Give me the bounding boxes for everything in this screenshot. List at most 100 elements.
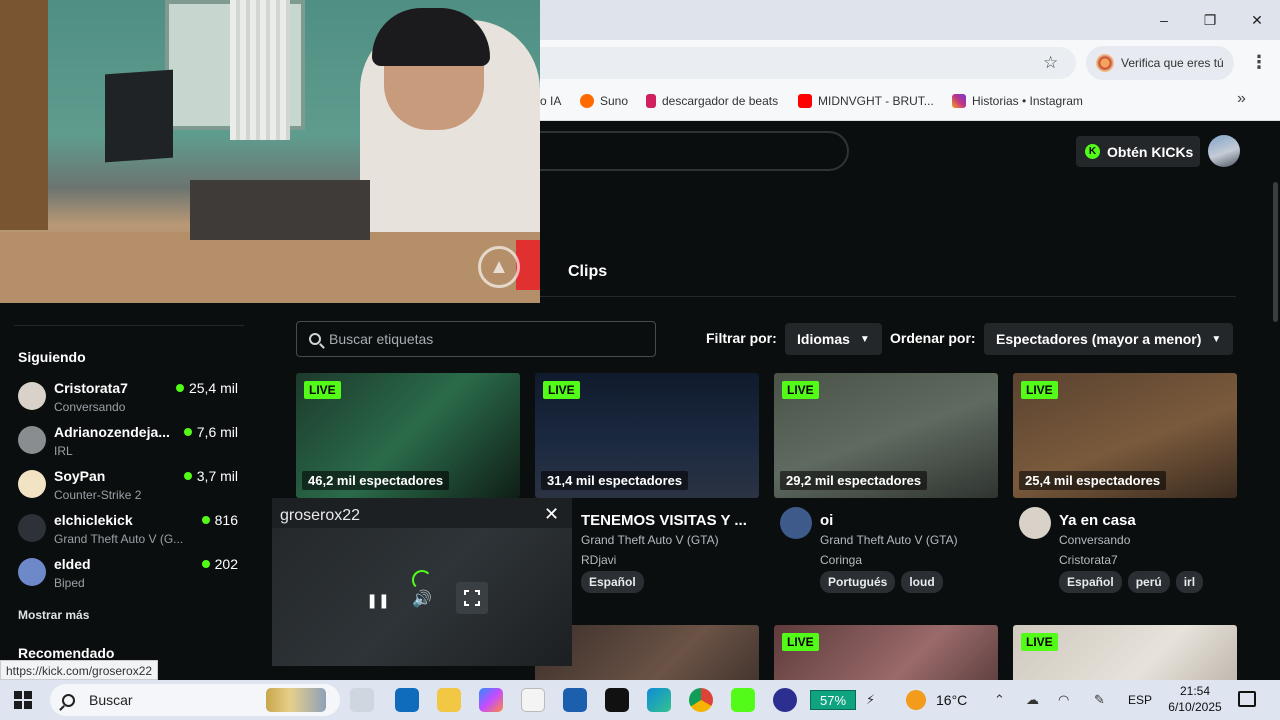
- notification-icon[interactable]: [1238, 691, 1256, 707]
- live-dot-icon: [175, 384, 184, 392]
- stream-category[interactable]: Conversando: [1059, 533, 1130, 547]
- windows-start-icon[interactable]: [14, 691, 32, 709]
- obs-icon[interactable]: [773, 688, 797, 712]
- copilot-icon[interactable]: [479, 688, 503, 712]
- tag-chip[interactable]: Español: [581, 571, 644, 593]
- bookmark-item[interactable]: Historias • Instagram: [952, 92, 1083, 110]
- language-indicator[interactable]: ESP: [1128, 693, 1152, 707]
- clock[interactable]: 21:54 6/10/2025: [1162, 683, 1228, 715]
- streamer-name[interactable]: Coringa: [820, 553, 862, 567]
- bookmark-item[interactable]: Suno: [580, 92, 628, 110]
- chevron-up-icon[interactable]: ⌃: [994, 692, 1005, 708]
- get-kicks-button[interactable]: K Obtén KICKs: [1076, 136, 1200, 167]
- channel-name: SoyPan: [54, 468, 106, 484]
- stream-thumbnail[interactable]: LIVE 29,2 mil espectadores: [774, 373, 998, 498]
- bookmark-star-icon[interactable]: ☆: [1043, 53, 1058, 73]
- kick-app-icon[interactable]: [731, 688, 755, 712]
- webcam-laptop: [190, 180, 370, 240]
- site-search-input[interactable]: [540, 131, 849, 171]
- following-channel[interactable]: SoyPan Counter-Strike 2 3,7 mil: [18, 468, 240, 510]
- stream-title[interactable]: oi: [820, 512, 833, 529]
- avatar[interactable]: [1019, 507, 1051, 539]
- stream-card[interactable]: LIVE: [774, 625, 998, 680]
- file-explorer-icon[interactable]: [437, 688, 461, 712]
- pause-icon[interactable]: ❚❚: [364, 586, 392, 614]
- cloud-icon[interactable]: ☁: [1026, 692, 1039, 708]
- stream-category[interactable]: Grand Theft Auto V (GTA): [581, 533, 719, 547]
- bookmark-item[interactable]: o IA: [540, 92, 561, 110]
- avatar[interactable]: [780, 507, 812, 539]
- stream-card[interactable]: LIVE: [1013, 625, 1237, 680]
- stream-title[interactable]: TENEMOS VISITAS Y ...: [581, 512, 747, 529]
- streamer-name[interactable]: RDjavi: [581, 553, 616, 567]
- volume-icon[interactable]: 🔊: [408, 586, 436, 614]
- following-title: Siguiendo: [18, 349, 86, 365]
- tag-chip[interactable]: irl: [1175, 571, 1204, 593]
- mini-player[interactable]: groserox22 ✕ ❚❚ 🔊: [272, 498, 572, 666]
- stream-thumbnail[interactable]: LIVE: [774, 625, 998, 680]
- verify-profile-button[interactable]: Verifica que eres tú: [1086, 46, 1234, 80]
- channel-category: Conversando: [54, 400, 126, 414]
- close-icon[interactable]: ✕: [544, 504, 559, 525]
- tag-search-input[interactable]: Buscar etiquetas: [296, 321, 656, 357]
- live-badge: LIVE: [782, 381, 819, 399]
- page-scrollbar[interactable]: [1273, 182, 1278, 322]
- avatar: [18, 470, 46, 498]
- itunes-icon[interactable]: [521, 688, 545, 712]
- search-highlight-icon[interactable]: [266, 688, 326, 712]
- more-bookmarks-icon[interactable]: »: [1237, 90, 1246, 108]
- bookmark-item[interactable]: descargador de beats: [646, 92, 778, 110]
- stream-thumbnail[interactable]: LIVE 31,4 mil espectadores: [535, 373, 759, 498]
- microsoft-store-icon[interactable]: [563, 688, 587, 712]
- temperature[interactable]: 16°C: [936, 692, 967, 708]
- tag-chip[interactable]: loud: [901, 571, 943, 593]
- stream-thumbnail[interactable]: LIVE 46,2 mil espectadores: [296, 373, 520, 498]
- show-more-link[interactable]: Mostrar más: [18, 608, 89, 622]
- edge-icon[interactable]: [647, 688, 671, 712]
- stream-thumbnail[interactable]: LIVE: [1013, 625, 1237, 680]
- sort-value: Espectadores (mayor a menor): [996, 331, 1202, 347]
- chrome-icon[interactable]: [689, 688, 713, 712]
- following-channel[interactable]: elded Biped 202: [18, 556, 240, 598]
- tag-chip[interactable]: Español: [1059, 571, 1122, 593]
- mini-player-channel[interactable]: groserox22: [280, 507, 360, 525]
- bookmark-item[interactable]: MIDNVGHT - BRUT...: [798, 92, 934, 110]
- viewer-count: 29,2 mil espectadores: [780, 471, 928, 490]
- browser-menu-icon[interactable]: ⋮: [1250, 52, 1268, 73]
- following-channel[interactable]: Adrianozendeja... IRL 7,6 mil: [18, 424, 240, 466]
- following-channel[interactable]: Cristorata7 Conversando 25,4 mil: [18, 380, 240, 422]
- tab-clips[interactable]: Clips: [568, 263, 607, 281]
- divider: [540, 296, 1236, 297]
- stream-category[interactable]: Grand Theft Auto V (GTA): [820, 533, 958, 547]
- minimize-button[interactable]: –: [1152, 8, 1176, 32]
- wifi-icon[interactable]: ◠: [1058, 692, 1069, 708]
- user-avatar[interactable]: [1208, 135, 1240, 167]
- close-window-button[interactable]: ✕: [1245, 8, 1269, 32]
- capcut-icon[interactable]: [605, 688, 629, 712]
- stream-thumbnail[interactable]: LIVE 25,4 mil espectadores: [1013, 373, 1237, 498]
- pen-icon[interactable]: ✎: [1094, 692, 1105, 708]
- address-bar[interactable]: [540, 47, 1076, 79]
- outlook-icon[interactable]: [395, 688, 419, 712]
- sort-label: Ordenar por:: [890, 330, 976, 346]
- battery-indicator[interactable]: 57%: [810, 690, 856, 710]
- webcam-cap: [372, 8, 490, 66]
- tag-chip[interactable]: Portugués: [820, 571, 896, 593]
- tag-chip[interactable]: perú: [1127, 571, 1170, 593]
- restore-button[interactable]: ❐: [1198, 8, 1222, 32]
- channel-name: elded: [54, 556, 91, 572]
- youtube-icon: [798, 94, 812, 108]
- stream-title[interactable]: Ya en casa: [1059, 512, 1136, 529]
- fullscreen-button[interactable]: [456, 582, 488, 614]
- weather-icon[interactable]: [906, 690, 926, 710]
- windows-taskbar: Buscar 57% ⚡ 16°C ⌃ ☁ ◠ ✎ ESP 21:54 6/10…: [0, 680, 1280, 720]
- beats-icon: [646, 94, 656, 108]
- avatar: [18, 426, 46, 454]
- sort-select[interactable]: Espectadores (mayor a menor) ▼: [984, 323, 1234, 355]
- viewer-count: 46,2 mil espectadores: [302, 471, 450, 490]
- language-filter-select[interactable]: Idiomas ▼: [785, 323, 882, 355]
- channel-category: Biped: [54, 576, 85, 590]
- streamer-name[interactable]: Cristorata7: [1059, 553, 1118, 567]
- following-channel[interactable]: elchiclekick Grand Theft Auto V (G... 81…: [18, 512, 240, 554]
- task-view-icon[interactable]: [350, 688, 374, 712]
